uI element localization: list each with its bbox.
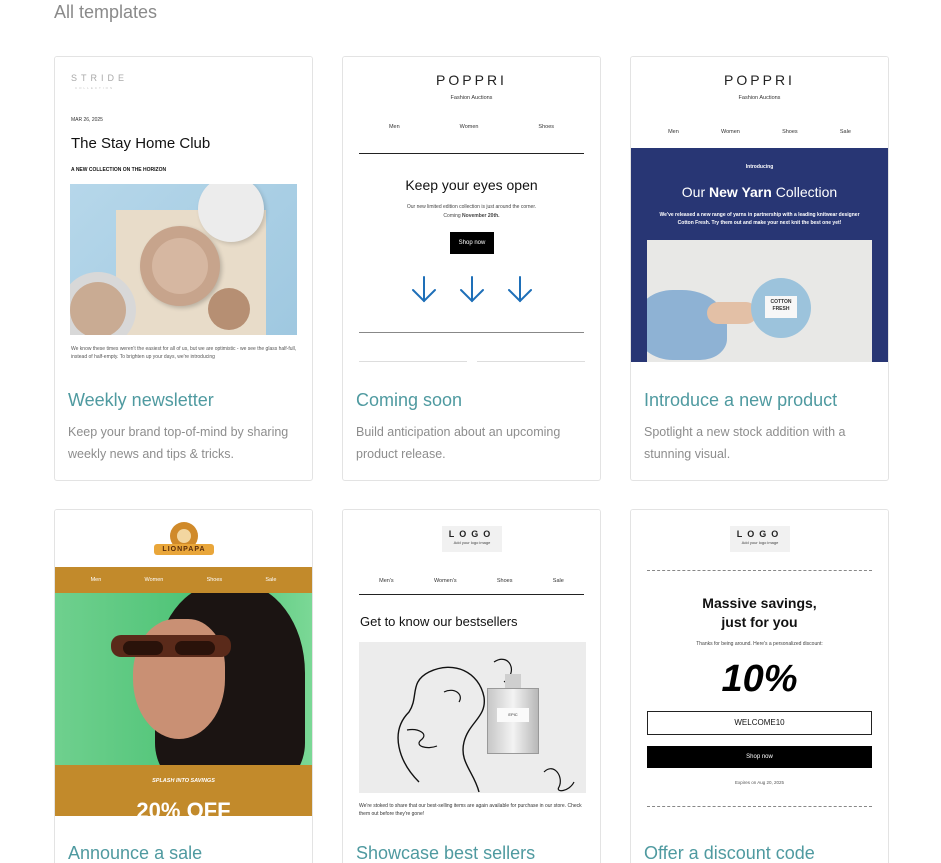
preview-photo-yarn: COTTON FRESH [647,240,872,362]
template-title: Offer a discount code [644,843,815,863]
preview-headline: Our New Yarn Collection [681,184,838,200]
preview-brand-sub: COLLECTION [75,86,115,90]
preview-logo: POPPRI [436,72,507,88]
template-description: Keep your brand top-of-mind by sharing w… [68,425,289,461]
preview-nav-item: Shoes [206,577,223,583]
preview-divider [359,332,584,333]
template-preview: LIONPAPA Men Women Shoes Sale SPLASH INT… [55,510,312,816]
preview-nav: Men Women Shoes Sale [55,567,312,593]
preview-nav-item: Shoes [538,124,555,130]
preview-nav-item: Men's [379,578,394,584]
preview-logo: LOGO Add your logo image [730,526,790,552]
preview-body: We're stoked to share that our best-sell… [359,803,582,816]
preview-yarn-label: COTTON FRESH [765,296,797,318]
template-card-introduce-product[interactable]: POPPRI Fashion Auctions Men Women Shoes … [630,56,889,481]
template-preview: STRIDE COLLECTION MAR 26, 2025 The Stay … [55,57,312,363]
template-card-announce-sale[interactable]: LIONPAPA Men Women Shoes Sale SPLASH INT… [54,509,313,863]
preview-date: MAR 26, 2025 [71,117,103,123]
template-description: Spotlight a new stock addition with a st… [644,425,846,461]
preview-nav: Men Women Shoes Sale [647,129,872,135]
preview-nav-item: Men [90,577,102,583]
preview-nav-item: Women [144,577,164,583]
preview-logo-sub: Fashion Auctions [450,95,493,101]
template-card-coming-soon[interactable]: POPPRI Fashion Auctions Men Women Shoes … [342,56,601,481]
template-description: Build anticipation about an upcoming pro… [356,425,561,461]
preview-nav: Men Women Shoes [359,124,584,130]
template-title: Announce a sale [68,843,203,863]
preview-bottle-label: EPIC [497,708,529,722]
preview-logo-sub: Fashion Auctions [738,95,781,101]
page-heading: All templates [54,2,158,22]
template-card-showcase-best-sellers[interactable]: LOGO Add your logo image Men's Women's S… [342,509,601,863]
preview-shop-now-button: Shop now [450,232,494,254]
template-title: Weekly newsletter [68,390,214,410]
preview-nav-item: Shoes [782,129,798,135]
preview-kicker: Introducing [745,164,774,170]
preview-logo: LIONPAPA [154,544,214,555]
template-title: Introduce a new product [644,390,838,410]
preview-logo-lion-icon: LIONPAPA [154,522,214,556]
preview-nav-item: Men [388,124,400,130]
preview-expiry: Expires on Aug 20, 2025 [734,780,785,785]
preview-nav-item: Women [721,129,740,135]
preview-body-line2: Coming November 20th. [443,213,500,219]
preview-headline: The Stay Home Club [71,135,211,152]
preview-headline: Keep your eyes open [405,177,538,193]
template-preview: POPPRI Fashion Auctions Men Women Shoes … [343,57,600,363]
preview-coupon-code: WELCOME10 [647,711,872,735]
arrow-down-icon [508,276,532,303]
preview-logo: LOGO Add your logo image [442,526,502,552]
preview-nav-item: Men [668,129,679,135]
preview-headline: Massive savings, just for you [702,595,817,630]
preview-subtext: Thanks for being around. Here's a person… [696,641,823,647]
preview-divider [359,153,584,154]
preview-tagline: A NEW COLLECTION ON THE HORIZON [71,167,167,173]
preview-body: We know these times weren't the easiest … [71,346,297,360]
template-card-discount-code[interactable]: LOGO Add your logo image Massive savings… [630,509,889,863]
preview-headline: Get to know our bestsellers [360,614,518,629]
preview-brand: STRIDE [71,73,129,83]
preview-body: We've released a new range of yarns in p… [659,212,860,226]
preview-divider [647,570,872,571]
preview-nav-item: Sale [552,578,564,584]
template-title: Showcase best sellers [356,843,536,863]
preview-nav-item: Women [459,124,479,130]
preview-photo-woman [55,593,312,765]
preview-divider [647,806,872,807]
preview-logo: POPPRI [724,72,795,88]
preview-arrows [412,276,532,303]
preview-nav-item: Sale [839,129,851,135]
preview-nav-item: Sale [265,577,277,583]
preview-divider [359,594,584,595]
preview-nav-item: Women's [433,578,457,584]
preview-nav: Men's Women's Shoes Sale [359,578,584,584]
template-title: Coming soon [356,390,463,410]
template-preview: LOGO Add your logo image Massive savings… [631,510,888,816]
preview-sale-banner: SPLASH INTO SAVINGS 20% OFF [55,765,312,816]
preview-kicker: SPLASH INTO SAVINGS [152,778,215,784]
arrow-down-icon [460,276,484,303]
template-preview: POPPRI Fashion Auctions Men Women Shoes … [631,57,888,363]
preview-shop-now-button: Shop now [647,746,872,768]
template-preview: LOGO Add your logo image Men's Women's S… [343,510,600,816]
preview-discount-percent: 10% [721,658,798,700]
preview-nav-item: Shoes [496,578,513,584]
template-card-weekly-newsletter[interactable]: STRIDE COLLECTION MAR 26, 2025 The Stay … [54,56,313,481]
preview-hero-band: Introducing Our New Yarn Collection We'v… [631,148,888,362]
preview-headline: 20% OFF [136,798,231,816]
preview-body-line1: Our new limited edition collection is ju… [406,204,537,210]
preview-photo-plates [70,184,297,335]
preview-photo-perfume: EPIC [359,642,586,793]
arrow-down-icon [412,276,436,303]
